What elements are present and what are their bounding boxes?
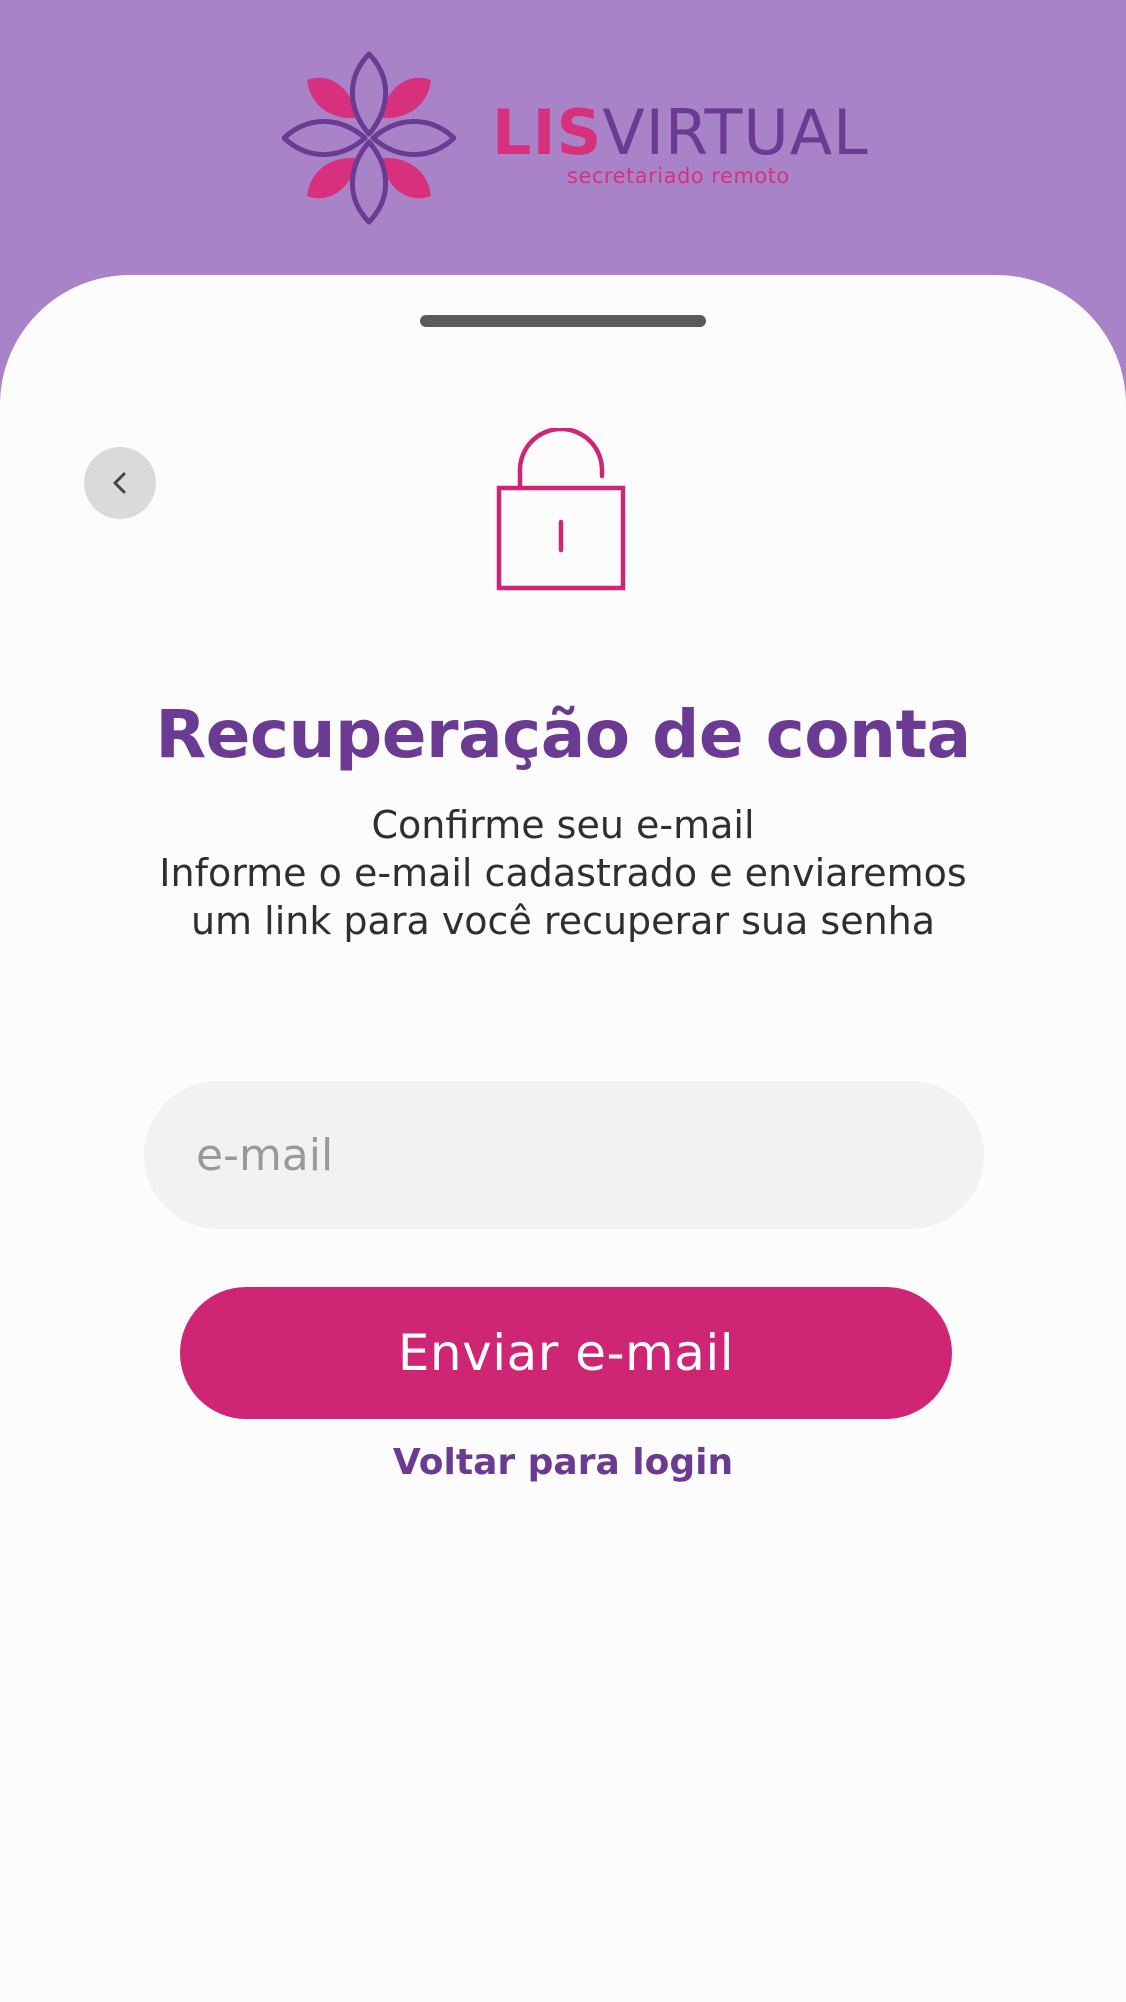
back-button[interactable] xyxy=(84,447,156,519)
brand-tagline: secretariado remoto xyxy=(567,164,790,188)
flower-logo-icon xyxy=(282,51,456,225)
subtitle-line-1: Confirme seu e-mail xyxy=(371,803,755,847)
back-to-login-link[interactable]: Voltar para login xyxy=(0,1440,1126,1486)
brand-logo: LISVIRTUAL secretariado remoto xyxy=(282,50,868,230)
app-header: LISVIRTUAL secretariado remoto xyxy=(0,0,1126,290)
email-input[interactable] xyxy=(144,1081,984,1229)
sheet-grabber-handle[interactable] xyxy=(420,315,706,327)
brand-name-virtual: VIRTUAL xyxy=(602,96,869,169)
subtitle-line-3: um link para você recuperar sua senha xyxy=(190,899,936,943)
subtitle-line-2: Informe o e-mail cadastrado e enviaremos xyxy=(159,851,967,895)
send-email-button[interactable]: Enviar e-mail xyxy=(180,1287,952,1419)
recovery-sheet: Recuperação de conta Confirme seu e-mail… xyxy=(0,275,1126,2002)
brand-name-lis: LIS xyxy=(492,96,603,169)
page-title: Recuperação de conta xyxy=(155,696,971,773)
chevron-left-icon xyxy=(113,472,126,494)
brand-wordmark: LISVIRTUAL xyxy=(492,98,869,168)
unlocked-padlock-icon xyxy=(496,428,626,591)
page-subtitle: Confirme seu e-mail Informe o e-mail cad… xyxy=(0,801,1126,945)
